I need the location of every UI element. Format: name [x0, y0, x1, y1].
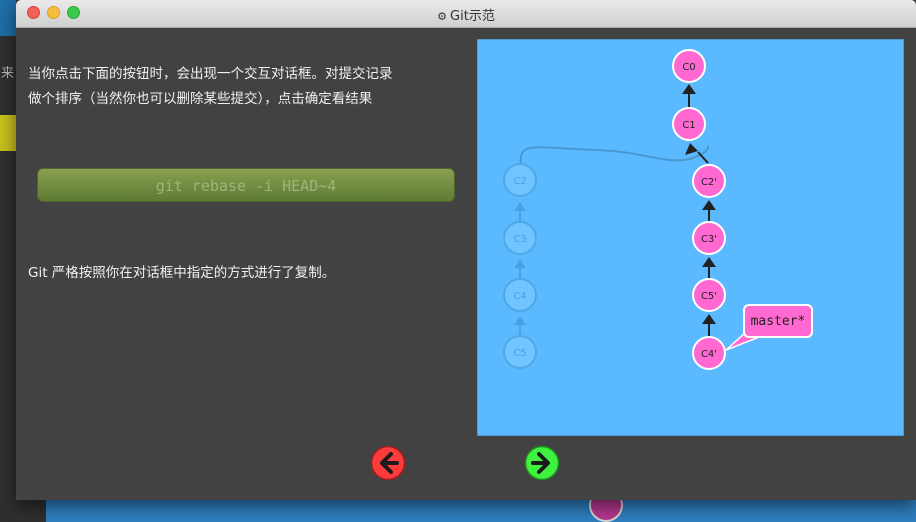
ghost-commit-c4: C4 [503, 278, 537, 312]
commit-label: C2' [701, 177, 717, 188]
window-title: ⚙ Git示范 [16, 5, 916, 24]
ghost-branch-curve [519, 145, 709, 167]
commit-c0[interactable]: C0 [672, 49, 706, 83]
git-graph: C2 C3 C4 C5 C0 C1 C2' C3' C5' C4' master… [503, 49, 813, 370]
intro-line-2: 做个排序（当然你也可以删除某些提交），点击确定看结果 [28, 91, 373, 107]
ghost-commit-c3: C3 [503, 221, 537, 255]
background-app-strip [0, 0, 16, 36]
commit-label: C3' [701, 234, 717, 245]
result-text: Git 严格按照你在对话框中指定的方式进行了复制。 [28, 265, 336, 281]
ghost-commit-label: C4 [513, 291, 526, 302]
ghost-commit-label: C5 [513, 348, 526, 359]
dialog-window: ⚙ Git示范 当你点击下面的按钮时，会出现一个交互对话框。对提交记录 做个排序（… [16, 0, 916, 500]
window-title-text: Git示范 [450, 9, 495, 24]
background-app-highlight [0, 115, 16, 151]
ghost-commit-c2: C2 [503, 163, 537, 197]
intro-line-1: 当你点击下面的按钮时，会出现一个交互对话框。对提交记录 [28, 66, 393, 82]
background-canvas [46, 500, 916, 522]
commit-c1[interactable]: C1 [672, 107, 706, 141]
background-app-char: 来 [1, 66, 15, 81]
arrow-left-icon[interactable] [370, 445, 406, 481]
branch-master[interactable]: master* [725, 304, 813, 351]
commit-c2-prime[interactable]: C2' [692, 164, 726, 198]
branch-label: master* [751, 314, 806, 329]
git-graph-canvas: C2 C3 C4 C5 C0 C1 C2' C3' C5' C4' master… [477, 39, 904, 436]
title-bar[interactable]: ⚙ Git示范 [16, 0, 916, 28]
ghost-commit-label: C3 [513, 234, 526, 245]
arrow-right-icon[interactable] [524, 445, 560, 481]
command-button[interactable]: git rebase -i HEAD~4 [37, 168, 455, 202]
commit-c3-prime[interactable]: C3' [692, 221, 726, 255]
gear-icon: ⚙ [437, 10, 448, 23]
commit-label: C4' [701, 349, 717, 360]
intro-text: 当你点击下面的按钮时，会出现一个交互对话框。对提交记录 做个排序（当然你也可以删… [28, 62, 468, 112]
commit-label: C0 [682, 62, 695, 73]
ghost-commit-label: C2 [513, 176, 526, 187]
commit-label: C5' [701, 291, 717, 302]
commit-c4-prime[interactable]: C4' [692, 336, 726, 370]
commit-label: C1 [682, 120, 695, 131]
commit-c5-prime[interactable]: C5' [692, 278, 726, 312]
ghost-commit-c5: C5 [503, 335, 537, 369]
